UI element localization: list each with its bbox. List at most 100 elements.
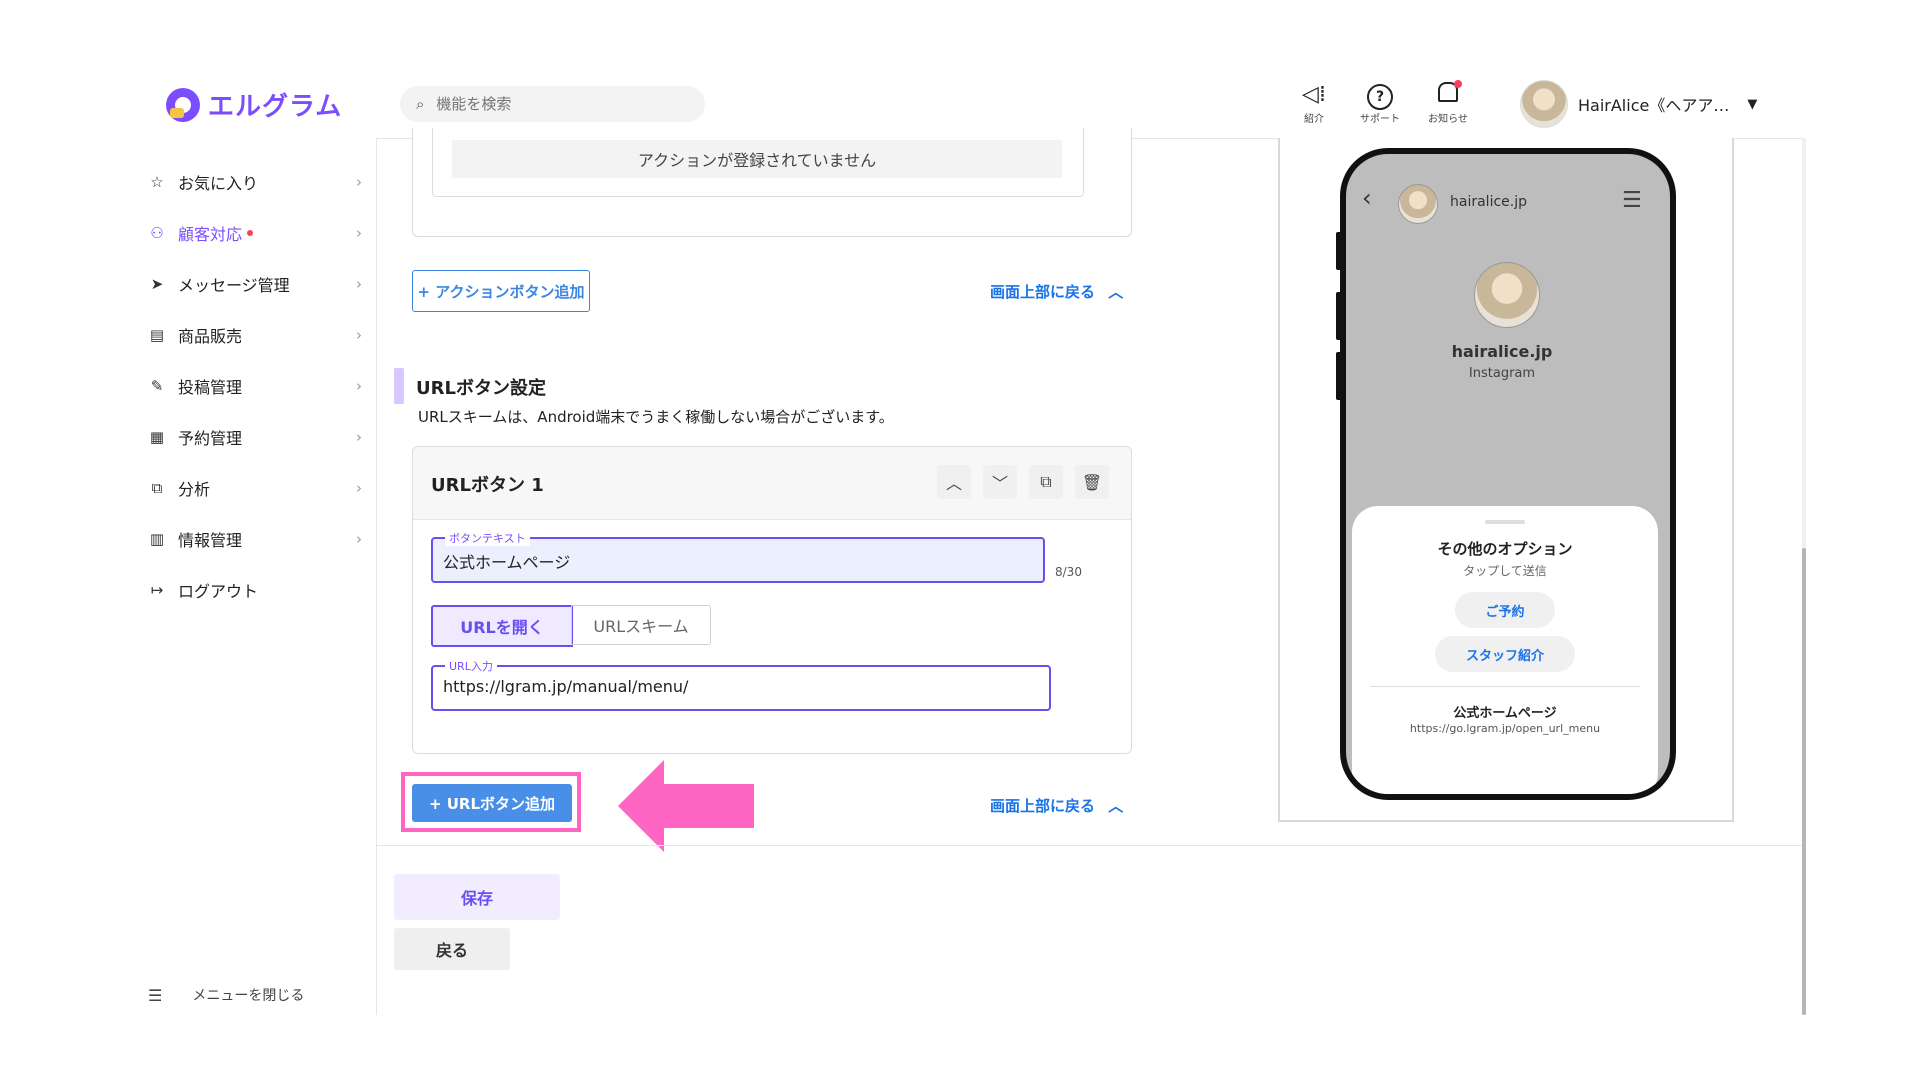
move-up-button[interactable]: ︿ xyxy=(937,465,971,499)
options-sheet: その他のオプション タップして送信 ご予約 スタッフ紹介 公式ホームページ ht… xyxy=(1352,506,1658,794)
logo-text: エルグラム xyxy=(208,92,343,122)
user-menu[interactable]: HairAlice《ヘアア… ▼ xyxy=(1520,80,1757,128)
save-button[interactable]: 保存 xyxy=(394,874,560,920)
sheet-subtitle: タップして送信 xyxy=(1463,564,1547,578)
move-down-button[interactable]: ﹀ xyxy=(983,465,1017,499)
bell-icon xyxy=(1420,80,1476,108)
sidebar-item-icon: ☆ xyxy=(150,172,164,191)
phone-profile-sub: Instagram xyxy=(1468,366,1536,381)
support-button[interactable]: ? サポート xyxy=(1352,82,1408,125)
app-logo[interactable]: エルグラム xyxy=(166,86,342,123)
url-input-label: URL入力 xyxy=(445,658,497,674)
support-label: サポート xyxy=(1360,114,1400,125)
search-box[interactable]: ⌕ xyxy=(400,86,705,122)
actions-empty-text: アクションが登録されていません xyxy=(637,151,877,170)
url-input-value: https://lgram.jp/manual/menu/ xyxy=(443,677,689,696)
phone-handle: hairalice.jp xyxy=(1450,194,1527,210)
phone-header-avatar xyxy=(1398,184,1438,224)
chevron-right-icon: › xyxy=(356,529,362,548)
url-section-title: URLボタン設定 xyxy=(416,378,546,399)
sidebar-item-8[interactable]: ↦ ログアウト xyxy=(124,564,376,615)
pointer-arrow-icon xyxy=(618,760,754,852)
sidebar-item-label: お気に入り xyxy=(178,173,259,193)
search-input[interactable] xyxy=(434,94,679,114)
button-text-label: ボタンテキスト xyxy=(445,530,530,546)
chevron-right-icon: › xyxy=(356,172,362,191)
close-menu-button[interactable]: ☰ メニューを閉じる xyxy=(148,985,304,1005)
menu-collapse-icon: ☰ xyxy=(148,985,163,1005)
sheet-title: その他のオプション xyxy=(1437,540,1573,558)
sidebar-item-label: 顧客対応 xyxy=(178,224,243,244)
add-action-button[interactable]: + アクションボタン追加 xyxy=(412,270,590,312)
chevron-down-icon: ▼ xyxy=(1747,96,1758,112)
sidebar-item-icon: ▤ xyxy=(149,325,165,344)
sidebar-item-2[interactable]: ➤ メッセージ管理 › xyxy=(124,258,376,309)
phone-profile-name: hairalice.jp xyxy=(1451,342,1553,361)
referral-button[interactable]: ◁⁞ 紹介 xyxy=(1286,82,1342,125)
sidebar-item-label: 情報管理 xyxy=(178,530,243,550)
option-staff-button[interactable]: スタッフ紹介 xyxy=(1435,636,1575,672)
back-to-top-label-2: 画面上部に戻る xyxy=(990,797,1096,815)
actions-empty-area: アクションが登録されていません xyxy=(452,140,1062,178)
chevron-right-icon: › xyxy=(356,376,362,395)
chevron-up-icon: ︿ xyxy=(945,474,962,493)
sidebar-item-7[interactable]: ▥ 情報管理 › xyxy=(124,513,376,564)
duplicate-button[interactable]: ⧉ xyxy=(1029,465,1063,499)
scrollbar-thumb[interactable] xyxy=(1802,548,1806,1015)
sidebar-item-icon: ➤ xyxy=(150,274,164,293)
add-url-button[interactable]: + URLボタン追加 xyxy=(412,784,572,822)
chevron-right-icon: › xyxy=(356,325,362,344)
close-menu-label: メニューを閉じる xyxy=(192,988,305,1004)
copy-icon: ⧉ xyxy=(1040,472,1052,491)
sidebar-item-icon: ↦ xyxy=(150,580,164,599)
sheet-divider xyxy=(1370,686,1640,687)
sidebar-item-0[interactable]: ☆ お気に入り › xyxy=(124,156,376,207)
sidebar-item-label: 予約管理 xyxy=(178,428,243,448)
sidebar-item-icon: ▦ xyxy=(149,427,165,446)
chevron-right-icon: › xyxy=(356,274,362,293)
referral-label: 紹介 xyxy=(1304,114,1324,125)
section-accent xyxy=(394,368,404,404)
phone-preview: ‹ hairalice.jp ☰ hairalice.jp Instagram … xyxy=(1340,148,1676,800)
sidebar-nav: ☆ お気に入り › ⚇ 顧客対応 › ➤ メッセージ管理 › ▤ 商品販売 › ✎ 投稿管理 › ▦ 予約管理 ›… xyxy=(124,156,376,615)
trash-icon: 🗑 xyxy=(1081,472,1103,492)
chevron-up-icon: ︿ xyxy=(1108,797,1124,815)
notification-dot xyxy=(1454,80,1462,88)
chevron-right-icon: › xyxy=(356,478,362,497)
sidebar-item-label: メッセージ管理 xyxy=(178,275,290,295)
sidebar-item-icon: ⧉ xyxy=(151,478,163,497)
url-open-tab[interactable]: URLを開く xyxy=(431,605,573,647)
back-to-top-link-2[interactable]: 画面上部に戻る ︿ xyxy=(990,795,1123,816)
search-icon: ⌕ xyxy=(416,95,425,113)
url-scheme-tab[interactable]: URLスキーム xyxy=(571,605,711,645)
logo-icon xyxy=(166,87,200,122)
option-reservation-button[interactable]: ご予約 xyxy=(1455,592,1555,628)
sidebar-item-6[interactable]: ⧉ 分析 › xyxy=(124,462,376,513)
sheet-handle xyxy=(1485,520,1525,524)
sidebar: エルグラム ☆ お気に入り › ⚇ 顧客対応 › ➤ メッセージ管理 › ▤ 商品販売 › ✎ 投稿管理 ›… xyxy=(124,68,377,1015)
url-card-title: URLボタン 1 xyxy=(431,475,544,496)
notifications-button[interactable]: お知らせ xyxy=(1420,80,1476,125)
back-to-top-link[interactable]: 画面上部に戻る ︿ xyxy=(990,281,1123,302)
phone-back-icon: ‹ xyxy=(1362,184,1372,212)
sheet-link-title[interactable]: 公式ホームページ xyxy=(1352,702,1658,721)
button-text-value: 公式ホームページ xyxy=(443,553,571,572)
help-icon: ? xyxy=(1352,82,1408,110)
sidebar-item-1[interactable]: ⚇ 顧客対応 › xyxy=(124,207,376,258)
sidebar-item-5[interactable]: ▦ 予約管理 › xyxy=(124,411,376,462)
delete-button[interactable]: 🗑 xyxy=(1075,465,1109,499)
button-text-field[interactable]: ボタンテキスト 公式ホームページ xyxy=(431,530,1045,583)
back-to-top-label: 画面上部に戻る xyxy=(990,283,1096,301)
char-counter: 8/30 xyxy=(1055,565,1082,579)
avatar xyxy=(1520,80,1568,128)
sheet-link-url: https://go.lgram.jp/open_url_menu xyxy=(1409,722,1601,735)
megaphone-icon: ◁⁞ xyxy=(1302,82,1326,107)
phone-menu-icon: ☰ xyxy=(1622,188,1642,213)
back-button[interactable]: 戻る xyxy=(394,928,510,970)
sidebar-item-3[interactable]: ▤ 商品販売 › xyxy=(124,309,376,360)
sidebar-item-4[interactable]: ✎ 投稿管理 › xyxy=(124,360,376,411)
sidebar-item-icon: ▥ xyxy=(149,529,165,548)
url-input-field[interactable]: URL入力 https://lgram.jp/manual/menu/ xyxy=(431,658,1051,711)
phone-profile-avatar xyxy=(1474,262,1540,328)
sidebar-item-label: 投稿管理 xyxy=(178,377,243,397)
